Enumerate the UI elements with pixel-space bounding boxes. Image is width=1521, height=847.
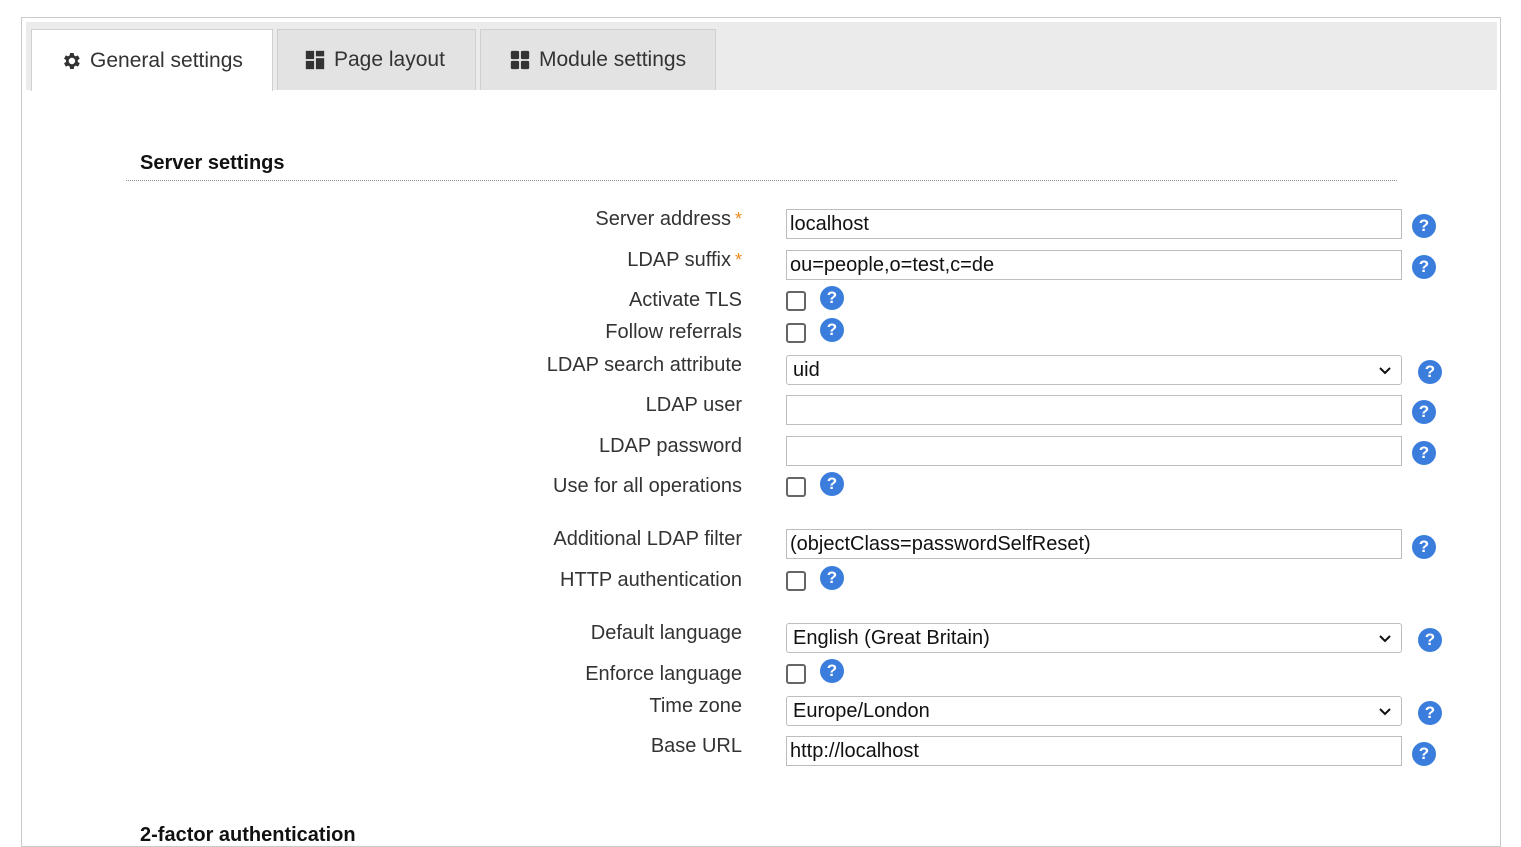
- help-icon[interactable]: ?: [1418, 628, 1442, 652]
- follow-referrals-label: Follow referrals: [605, 321, 742, 343]
- server-address-label: Server address *: [595, 208, 742, 230]
- gear-icon: [60, 50, 82, 72]
- modules-icon: [509, 49, 531, 71]
- chevron-down-icon: [1377, 361, 1393, 377]
- enforce-language-label: Enforce language: [585, 663, 742, 685]
- base-url-input[interactable]: http://localhost: [786, 736, 1402, 766]
- tab-label: Page layout: [334, 48, 445, 71]
- layout-icon: [304, 49, 326, 71]
- http-auth-checkbox[interactable]: [786, 571, 806, 591]
- chevron-down-icon: [1377, 629, 1393, 645]
- enforce-language-checkbox[interactable]: [786, 664, 806, 684]
- follow-referrals-checkbox[interactable]: [786, 323, 806, 343]
- help-icon[interactable]: ?: [820, 659, 844, 683]
- help-icon[interactable]: ?: [1418, 701, 1442, 725]
- help-icon[interactable]: ?: [820, 286, 844, 310]
- help-icon[interactable]: ?: [1412, 742, 1436, 766]
- required-marker: *: [734, 209, 742, 229]
- search-attribute-select[interactable]: uid: [786, 355, 1402, 385]
- tab-label: Module settings: [539, 48, 687, 71]
- http-auth-label: HTTP authentication: [560, 569, 742, 591]
- next-section-title: 2-factor authentication: [140, 824, 356, 846]
- ldap-user-input[interactable]: [786, 395, 1402, 425]
- help-icon[interactable]: ?: [820, 472, 844, 496]
- section-divider: [126, 180, 1397, 181]
- default-language-select[interactable]: English (Great Britain): [786, 623, 1402, 653]
- use-for-all-checkbox[interactable]: [786, 477, 806, 497]
- select-value: uid: [793, 359, 820, 381]
- ldap-password-label: LDAP password: [598, 435, 742, 457]
- search-attribute-label: LDAP search attribute: [546, 354, 742, 376]
- help-icon[interactable]: ?: [1412, 535, 1436, 559]
- help-icon[interactable]: ?: [1418, 360, 1442, 384]
- chevron-down-icon: [1377, 702, 1393, 718]
- server-address-input[interactable]: localhost: [786, 209, 1402, 239]
- default-language-label: Default language: [590, 622, 742, 644]
- tab-module-settings[interactable]: Module settings: [480, 29, 716, 90]
- help-icon[interactable]: ?: [1412, 400, 1436, 424]
- help-icon[interactable]: ?: [1412, 214, 1436, 238]
- help-icon[interactable]: ?: [1412, 255, 1436, 279]
- select-value: Europe/London: [793, 700, 930, 722]
- ldap-user-label: LDAP user: [645, 394, 742, 416]
- activate-tls-label: Activate TLS: [628, 289, 742, 311]
- help-icon[interactable]: ?: [820, 318, 844, 342]
- ldap-suffix-input[interactable]: ou=people,o=test,c=de: [786, 250, 1402, 280]
- base-url-label: Base URL: [650, 735, 742, 757]
- select-value: English (Great Britain): [793, 627, 990, 649]
- ldap-suffix-label: LDAP suffix *: [627, 249, 742, 271]
- tab-label: General settings: [90, 48, 243, 72]
- time-zone-select[interactable]: Europe/London: [786, 696, 1402, 726]
- time-zone-label: Time zone: [649, 695, 742, 717]
- activate-tls-checkbox[interactable]: [786, 291, 806, 311]
- help-icon[interactable]: ?: [820, 566, 844, 590]
- additional-filter-label: Additional LDAP filter: [553, 528, 742, 550]
- additional-filter-input[interactable]: (objectClass=passwordSelfReset): [786, 529, 1402, 559]
- section-title: Server settings: [140, 152, 285, 174]
- tab-general-settings[interactable]: General settings: [31, 29, 273, 91]
- required-marker: *: [734, 250, 742, 270]
- use-for-all-label: Use for all operations: [553, 475, 742, 497]
- help-icon[interactable]: ?: [1412, 441, 1436, 465]
- ldap-password-input[interactable]: [786, 436, 1402, 466]
- tab-page-layout[interactable]: Page layout: [277, 29, 476, 90]
